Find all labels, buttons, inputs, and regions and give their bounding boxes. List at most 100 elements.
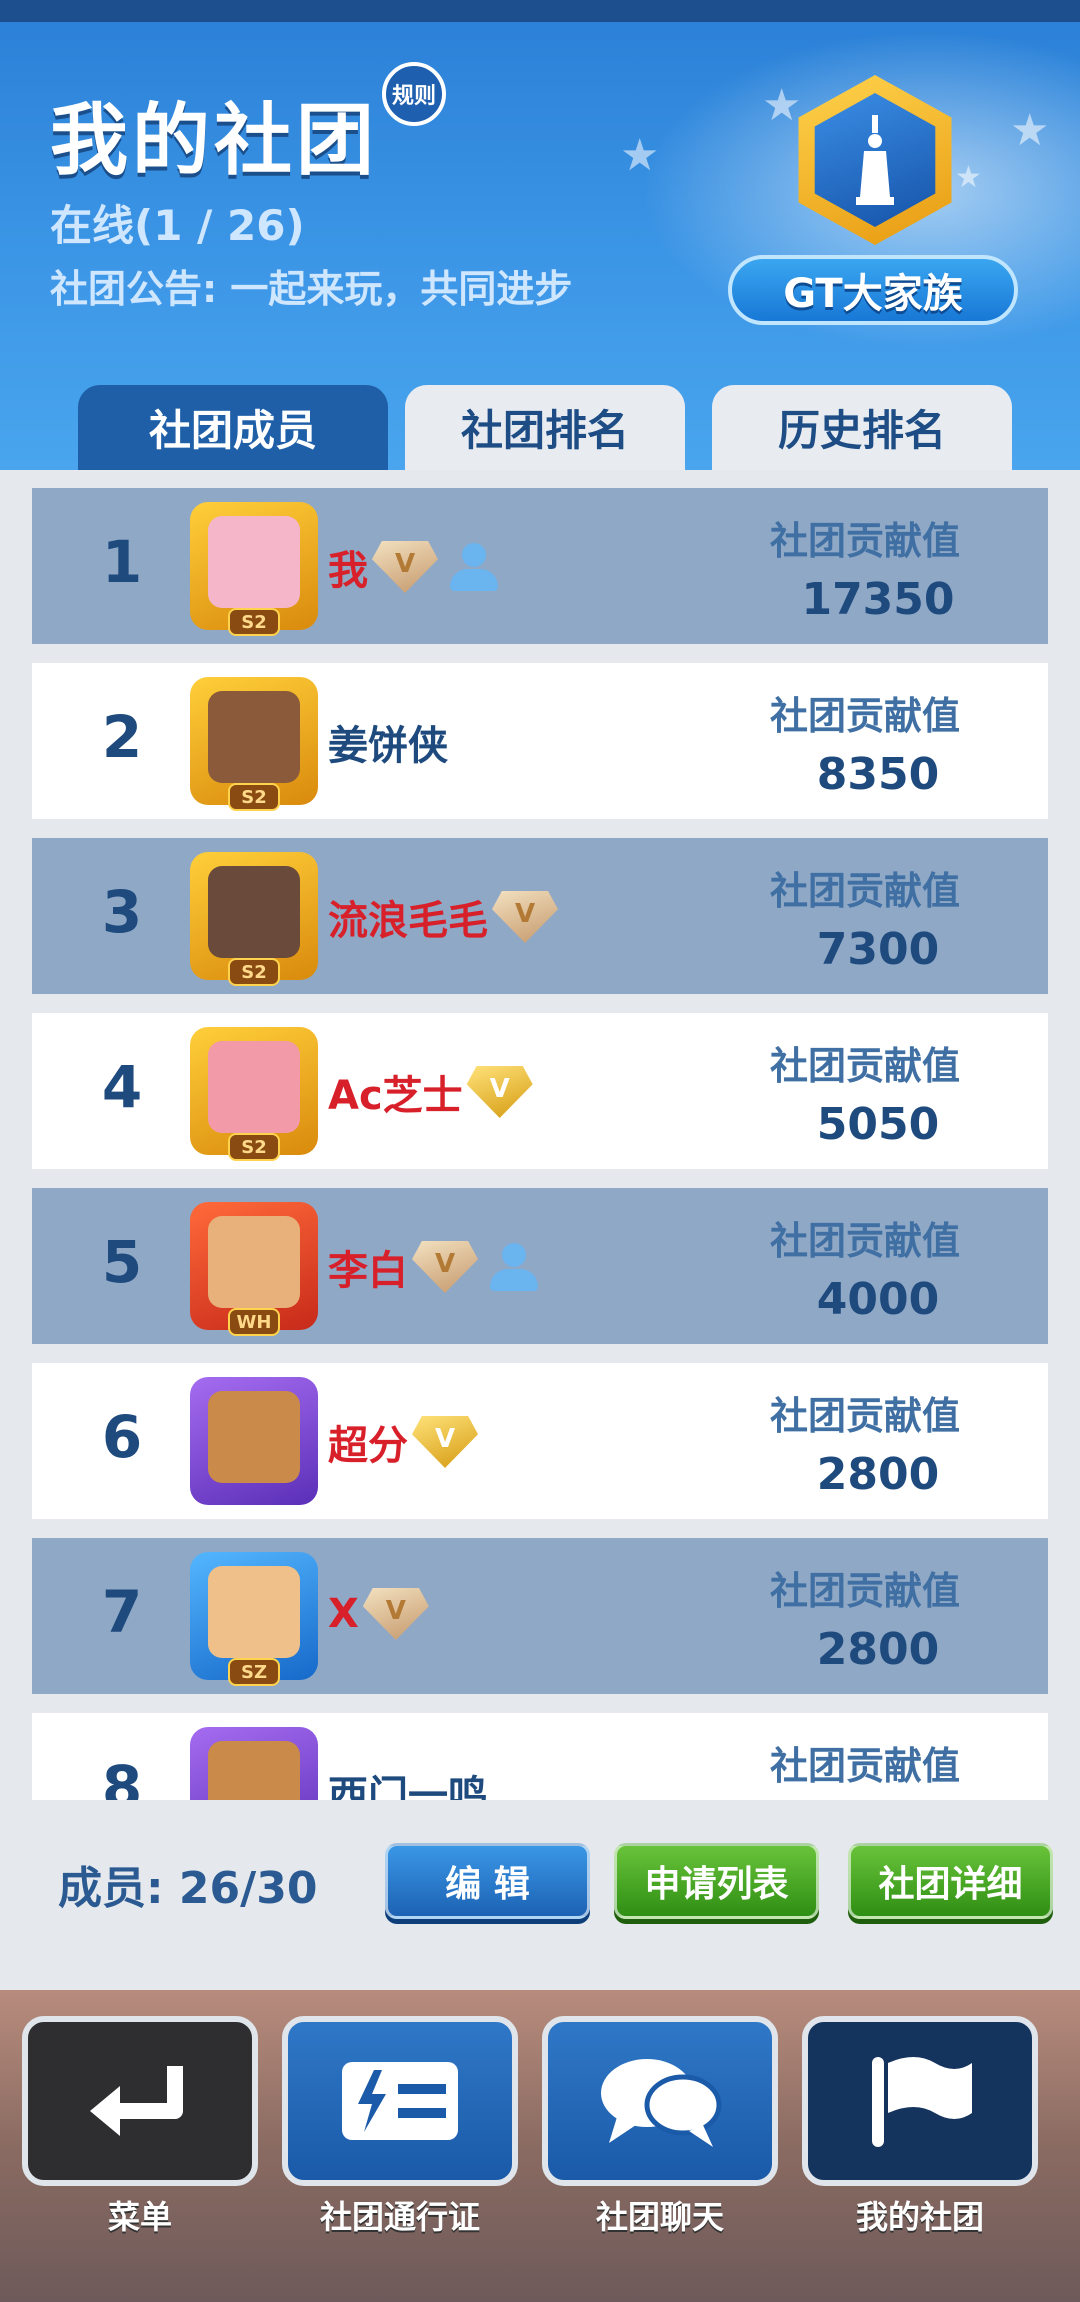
nav-clan-chat-button[interactable]: [542, 2016, 778, 2186]
clan-name-banner: GT大家族: [728, 255, 1018, 325]
contribution-value: 7300: [816, 924, 940, 975]
clan-details-button[interactable]: 社团详细: [848, 1843, 1053, 1919]
vip-badge-letter: V: [434, 1249, 456, 1279]
member-row[interactable]: 6 超分 V 社团贡献值 2800: [32, 1363, 1048, 1519]
member-rank: 5: [101, 1228, 143, 1296]
vip-badge-icon: V: [492, 891, 558, 943]
member-rank: 7: [101, 1578, 143, 1646]
vip-badge-letter: V: [434, 1424, 456, 1454]
member-avatar[interactable]: [190, 1727, 318, 1800]
vip-badge-letter: V: [385, 1596, 406, 1626]
avatar-season-tag: WH: [228, 1308, 280, 1336]
avatar-portrait: [208, 516, 300, 608]
member-panel: 1 S2 我 V 社团贡献值 17350 2 S2 姜饼侠 社团贡献值 8350 3 S2 流浪毛毛 V 社团…: [0, 470, 1080, 1990]
tab-history-ranking[interactable]: 历史排名: [712, 385, 1012, 470]
member-rank: 1: [101, 528, 143, 596]
contribution-label: 社团贡献值: [770, 694, 961, 738]
vip-badge-icon: V: [412, 1416, 478, 1468]
vip-badge-letter: V: [394, 549, 416, 579]
member-rank: 6: [101, 1403, 143, 1471]
contribution-value: 17350: [801, 574, 955, 625]
avatar-portrait: [208, 691, 300, 783]
contribution-value: 8350: [816, 749, 940, 800]
member-rank: 3: [101, 878, 143, 946]
chat-bubbles-icon: [601, 2059, 722, 2147]
avatar-portrait: [208, 866, 300, 958]
star-icon: ★: [1010, 105, 1050, 156]
avatar-season-tag: S2: [228, 958, 280, 986]
applications-button[interactable]: 申请列表: [614, 1843, 819, 1919]
member-row[interactable]: 7 SZ X V 社团贡献值 2800: [32, 1538, 1048, 1694]
member-name: 流浪毛毛: [328, 898, 488, 944]
member-row[interactable]: 3 S2 流浪毛毛 V 社团贡献值 7300: [32, 838, 1048, 994]
member-name-group: 我V: [328, 538, 502, 596]
member-name: 西门一鸣: [328, 1773, 488, 1800]
member-avatar[interactable]: S2: [190, 1027, 318, 1161]
tab-members[interactable]: 社团成员: [78, 385, 388, 470]
member-row[interactable]: 1 S2 我 V 社团贡献值 17350: [32, 488, 1048, 644]
member-avatar[interactable]: S2: [190, 677, 318, 811]
member-avatar[interactable]: WH: [190, 1202, 318, 1336]
member-avatar[interactable]: [190, 1377, 318, 1505]
member-name-group: 李白 V: [328, 1238, 542, 1296]
member-name-group: 流浪毛毛 V: [328, 888, 558, 946]
member-name-group: 西门一鸣: [328, 1763, 488, 1800]
avatar-season-tag: S2: [228, 1133, 280, 1161]
clan-notice: 社团公告: 一起来玩，共同进步: [50, 267, 573, 311]
top-status-strip: [0, 0, 1080, 22]
avatar-season-tag: S2: [228, 783, 280, 811]
member-name: 超分: [328, 1423, 408, 1469]
avatar-portrait: [208, 1566, 300, 1658]
nav-clan-pass-button[interactable]: [282, 2016, 518, 2186]
contribution-label: 社团贡献值: [770, 1219, 961, 1263]
nav-clan-pass-label: 社团通行证: [319, 2198, 480, 2236]
member-row[interactable]: 5 WH 李白 V 社团贡献值 4000: [32, 1188, 1048, 1344]
avatar-portrait: [208, 1391, 300, 1483]
rules-button[interactable]: 规则: [382, 62, 446, 126]
member-row[interactable]: 8 西门一鸣 社团贡献值: [32, 1713, 1048, 1800]
member-rank: 8: [101, 1753, 143, 1800]
member-list[interactable]: 1 S2 我 V 社团贡献值 17350 2 S2 姜饼侠 社团贡献值 8350 3 S2 流浪毛毛 V 社团…: [32, 488, 1048, 1800]
contribution-label: 社团贡献值: [770, 1044, 961, 1088]
member-name: X: [328, 1591, 359, 1637]
member-name: Ac芝士: [328, 1073, 463, 1119]
flag-icon: [872, 2057, 972, 2147]
nav-menu-button[interactable]: [22, 2016, 258, 2186]
contribution-label: 社团贡献值: [770, 1744, 961, 1788]
pass-icon: [342, 2062, 458, 2140]
friend-icon: [444, 541, 502, 593]
tab-clan-ranking[interactable]: 社团排名: [405, 385, 685, 470]
nav-my-clan-label: 我的社团: [855, 2198, 984, 2236]
member-row[interactable]: 2 S2 姜饼侠 社团贡献值 8350: [32, 663, 1048, 819]
contribution-value: 2800: [816, 1624, 940, 1675]
avatar-portrait: [208, 1216, 300, 1308]
member-avatar[interactable]: SZ: [190, 1552, 318, 1686]
contribution-label: 社团贡献值: [770, 519, 961, 563]
contribution-value: 4000: [816, 1274, 940, 1325]
online-count: 在线(1 / 26): [50, 201, 305, 250]
return-icon: [90, 2066, 183, 2136]
member-name: 姜饼侠: [328, 723, 448, 769]
clan-header: ★ ★ ★ ★ 我的社团 规则 在线(1 / 26) 社团公告: 一起来玩，共同…: [0, 0, 1080, 470]
clan-badge: [790, 75, 960, 245]
vip-badge-icon: V: [372, 541, 438, 593]
avatar-portrait: [208, 1041, 300, 1133]
member-avatar[interactable]: S2: [190, 502, 318, 636]
statue-of-liberty-icon: [856, 115, 894, 205]
contribution-label: 社团贡献值: [770, 1569, 961, 1613]
edit-button[interactable]: 编 辑: [385, 1843, 590, 1919]
member-avatar[interactable]: S2: [190, 852, 318, 986]
page-title: 我的社团: [50, 96, 379, 186]
star-icon: ★: [620, 130, 660, 181]
vip-badge-icon: V: [362, 1588, 429, 1640]
avatar-season-tag: SZ: [228, 1658, 280, 1686]
vip-badge-letter: V: [489, 1074, 510, 1104]
contribution-label: 社团贡献值: [770, 869, 961, 913]
avatar-season-tag: S2: [228, 608, 280, 636]
member-name: 我: [328, 548, 368, 594]
nav-my-clan-button[interactable]: [802, 2016, 1038, 2186]
bottom-nav: 菜单 社团通行证 社团聊天 我的社团: [0, 1990, 1080, 2302]
member-row[interactable]: 4 S2 Ac芝士 V 社团贡献值 5050: [32, 1013, 1048, 1169]
vip-badge-letter: V: [514, 899, 536, 929]
member-rank: 2: [101, 703, 143, 771]
